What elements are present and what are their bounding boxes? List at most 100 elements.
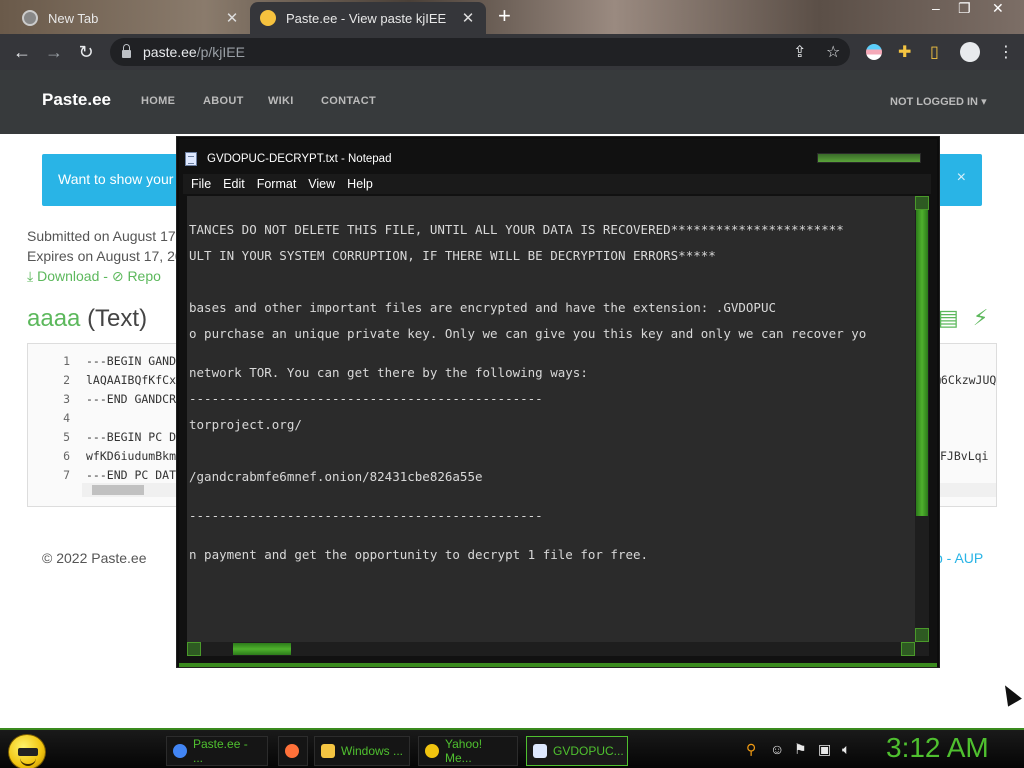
forward-icon[interactable]: →	[38, 42, 70, 63]
scroll-down-icon[interactable]	[915, 628, 929, 642]
puzzle-icon[interactable]: ✚	[898, 34, 911, 70]
scrollbar-thumb[interactable]	[916, 210, 928, 516]
site-navbar: Paste.ee HOME ABOUT WIKI CONTACT NOT LOG…	[0, 70, 1024, 134]
reload-icon[interactable]: ↻	[70, 42, 102, 63]
site-brand[interactable]: Paste.ee	[42, 90, 111, 110]
extension-icon[interactable]	[866, 34, 882, 70]
close-icon[interactable]: ×	[957, 169, 966, 187]
notepad-title-bar[interactable]: GVDOPUC-DECRYPT.txt - Notepad	[185, 150, 391, 168]
expires-date: Expires on August 17, 20	[27, 248, 183, 264]
scrollbar-thumb[interactable]	[92, 485, 144, 495]
text-line: ULT IN YOUR SYSTEM CORRUPTION, IF THERE …	[189, 248, 716, 263]
volume-icon[interactable]: 🔈︎	[842, 738, 850, 760]
menu-format[interactable]: Format	[257, 177, 297, 191]
raw-file-icon[interactable]: ▤	[938, 305, 959, 330]
close-window-button[interactable]: ✕	[992, 0, 1004, 20]
back-icon[interactable]: ←	[6, 42, 38, 63]
yahoo-messenger-icon	[425, 744, 439, 758]
taskbar-chrome[interactable]: Paste.ee - ...	[166, 736, 268, 766]
tab-new-tab[interactable]: New Tab ✕	[12, 2, 250, 34]
notepad-vertical-scrollbar[interactable]	[915, 196, 929, 642]
download-link[interactable]: Download	[37, 268, 99, 284]
lock-icon[interactable]	[122, 44, 131, 58]
code-line: 3 ---END GANDCR	[63, 392, 177, 406]
nav-contact[interactable]: CONTACT	[321, 95, 376, 107]
nav-wiki[interactable]: WIKI	[268, 95, 294, 107]
notepad-window[interactable]: GVDOPUC-DECRYPT.txt - Notepad File Edit …	[177, 137, 939, 667]
nav-home[interactable]: HOME	[141, 95, 175, 107]
close-tab-icon[interactable]: ✕	[224, 9, 240, 27]
footer-copyright: © 2022 Paste.ee	[42, 550, 147, 566]
notepad-icon	[185, 152, 197, 166]
paste-type: (Text)	[87, 305, 148, 332]
scrollbar-thumb[interactable]	[233, 643, 291, 655]
paste-title: aaaa (Text)	[27, 305, 147, 333]
network-icon[interactable]: ▣	[818, 738, 831, 760]
notepad-icon	[533, 744, 547, 758]
search-icon[interactable]: ⚲	[746, 738, 756, 760]
taskbar-windows-explorer[interactable]: Windows ...	[314, 736, 410, 766]
clock[interactable]: 3:12 AM	[886, 732, 989, 764]
firefox-icon	[285, 744, 299, 758]
menu-view[interactable]: View	[308, 177, 335, 191]
emoji-icon[interactable]: ☺	[770, 738, 784, 760]
star-icon[interactable]: ☆	[826, 34, 840, 70]
close-tab-icon[interactable]: ✕	[460, 9, 476, 27]
text-line: o purchase an unique private key. Only w…	[189, 326, 867, 341]
notepad-window-controls[interactable]	[817, 153, 921, 163]
report-icon[interactable]: ⊘	[112, 268, 124, 284]
taskbar-label: Paste.ee - ...	[193, 737, 248, 765]
scroll-up-icon[interactable]	[915, 196, 929, 210]
footer-links[interactable]: p - AUP	[935, 550, 983, 566]
menu-icon[interactable]: ⋮	[998, 34, 1014, 70]
text-line: network TOR. You can get there by the fo…	[189, 365, 588, 380]
scroll-right-icon[interactable]	[901, 642, 915, 656]
chrome-icon	[173, 744, 187, 758]
menu-help[interactable]: Help	[347, 177, 373, 191]
notepad-text-area[interactable]: TANCES DO NOT DELETE THIS FILE, UNTIL AL…	[187, 196, 915, 642]
tab-strip: New Tab ✕ Paste.ee - View paste kjIEE ✕ …	[0, 0, 1024, 34]
taskbar-label: GVDOPUC...	[553, 744, 624, 758]
folder-icon	[321, 744, 335, 758]
minimize-button[interactable]: –	[932, 0, 940, 20]
sidepanel-icon[interactable]: ▯	[930, 34, 939, 70]
alert-text: Want to show your	[58, 171, 174, 187]
chrome-icon	[22, 10, 38, 26]
separator: -	[103, 268, 108, 284]
account-label: NOT LOGGED IN	[890, 96, 978, 108]
paste-actions: ⤓ Download - ⊘ Repo	[27, 268, 161, 285]
taskbar-notepad[interactable]: GVDOPUC...	[526, 736, 628, 766]
submitted-date: Submitted on August 17	[27, 228, 176, 244]
plug-icon[interactable]: ⚡	[973, 305, 988, 330]
taskbar-firefox[interactable]	[278, 736, 308, 766]
notepad-menubar: File Edit Format View Help	[183, 174, 931, 194]
share-icon[interactable]: ⇪	[793, 34, 806, 70]
scroll-left-icon[interactable]	[187, 642, 201, 656]
report-link[interactable]: Repo	[127, 268, 160, 284]
new-tab-button[interactable]: +	[498, 4, 511, 28]
flag-icon[interactable]: ⚑	[794, 738, 807, 760]
account-dropdown[interactable]: NOT LOGGED IN ▾	[890, 95, 987, 108]
taskbar-label: Windows ...	[341, 744, 404, 758]
taskbar: Paste.ee - ... Windows ... Yahoo! Me... …	[0, 728, 1024, 768]
taskbar-yahoo-messenger[interactable]: Yahoo! Me...	[418, 736, 518, 766]
text-line: ----------------------------------------…	[189, 391, 543, 406]
maximize-button[interactable]: ❐	[958, 0, 971, 20]
notepad-horizontal-scrollbar[interactable]	[187, 642, 929, 656]
menu-edit[interactable]: Edit	[223, 177, 245, 191]
menu-file[interactable]: File	[191, 177, 211, 191]
paste-name: aaaa	[27, 305, 81, 332]
tab-title: Paste.ee - View paste kjIEE	[286, 10, 447, 26]
nav-about[interactable]: ABOUT	[203, 95, 244, 107]
tab-paste-ee[interactable]: Paste.ee - View paste kjIEE ✕	[250, 2, 486, 34]
taskbar-label: Yahoo! Me...	[445, 737, 483, 765]
tab-title: New Tab	[48, 10, 99, 26]
notepad-bottom-glow	[179, 663, 937, 667]
browser-toolbar: ← → ↻ paste.ee/p/kjIEE ⇪ ☆ ✚ ▯ ⋮	[0, 34, 1024, 70]
start-button[interactable]	[8, 734, 46, 768]
profile-icon[interactable]	[960, 34, 980, 70]
text-line: torproject.org/	[189, 417, 302, 432]
text-line: TANCES DO NOT DELETE THIS FILE, UNTIL AL…	[189, 222, 844, 237]
address-bar[interactable]: paste.ee/p/kjIEE	[110, 38, 850, 66]
download-icon[interactable]: ⤓	[27, 268, 33, 284]
